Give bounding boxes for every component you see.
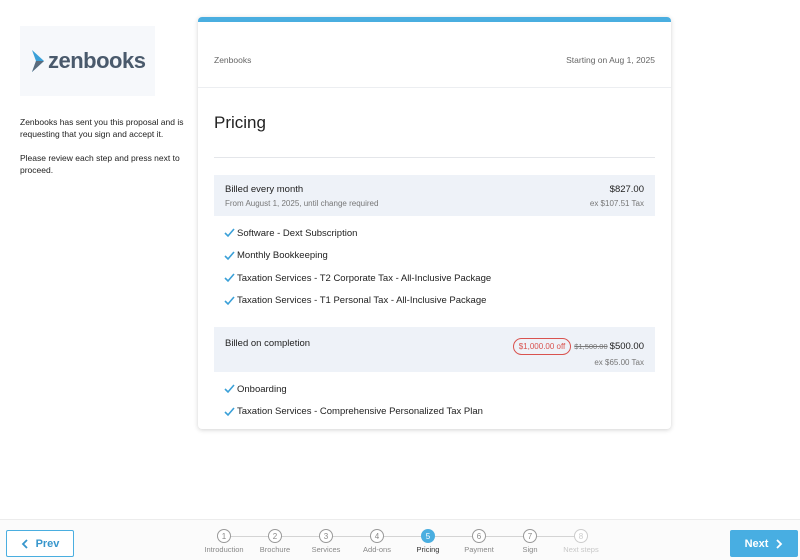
step-label: Add-ons [363, 545, 391, 554]
wizard-footer: Prev 1 Introduction 2 Brochure 3 Service… [0, 519, 800, 560]
step-services[interactable]: 3 Services [298, 529, 354, 554]
step-number: 3 [319, 529, 333, 543]
discount-badge: $1,000.00 off [512, 338, 572, 355]
step-next-steps: 8 Next steps [553, 529, 609, 554]
start-date: Starting on Aug 1, 2025 [566, 54, 655, 65]
monthly-billing-label: Billed every month [225, 184, 304, 195]
step-label: Services [311, 545, 341, 554]
list-item: Taxation Services - T2 Corporate Tax - A… [224, 267, 645, 290]
step-brochure[interactable]: 2 Brochure [247, 529, 303, 554]
step-number: 8 [574, 529, 588, 543]
completion-items-list: Onboarding Taxation Services - Comprehen… [214, 372, 655, 423]
checkmark-icon [224, 273, 235, 283]
step-pricing[interactable]: 5 Pricing [400, 529, 456, 554]
item-label: Taxation Services - T2 Corporate Tax - A… [237, 272, 492, 284]
review-instructions: Please review each step and press next t… [20, 153, 180, 175]
step-number: 7 [523, 529, 537, 543]
completion-billing-summary: Billed on completion $1,000.00 off $1,500… [214, 327, 655, 372]
chevron-right-icon [776, 538, 783, 549]
next-label: Next [744, 537, 769, 550]
step-number: 6 [472, 529, 486, 543]
list-item: Taxation Services - T1 Personal Tax - Al… [224, 290, 645, 313]
checkmark-icon [224, 384, 235, 394]
list-item: Onboarding [224, 378, 645, 401]
step-sign[interactable]: 7 Sign [502, 529, 558, 554]
completion-billing-label: Billed on completion [225, 338, 311, 349]
monthly-billing-summary: Billed every month From August 1, 2025, … [214, 175, 655, 216]
next-button[interactable]: Next [730, 530, 798, 557]
zenbooks-logo-icon [32, 50, 44, 72]
company-logo: zenbooks [20, 26, 155, 96]
item-label: Taxation Services - T1 Personal Tax - Al… [237, 295, 487, 307]
step-label: Pricing [416, 545, 440, 554]
monthly-tax: ex $107.51 Tax [589, 199, 644, 208]
step-label: Brochure [259, 545, 291, 554]
original-price: $1,500.00 [574, 342, 608, 352]
company-name: Zenbooks [214, 54, 252, 65]
step-label: Introduction [204, 545, 244, 554]
completion-tax: ex $65.00 Tax [594, 358, 644, 367]
item-label: Onboarding [237, 383, 287, 395]
step-number: 4 [370, 529, 384, 543]
monthly-amount: $827.00 [609, 184, 644, 195]
monthly-billing-period: From August 1, 2025, until change requir… [225, 199, 379, 208]
list-item: Monthly Bookkeeping [224, 245, 645, 268]
monthly-items-list: Software - Dext Subscription Monthly Boo… [214, 216, 655, 312]
checkmark-icon [224, 228, 235, 238]
step-number: 2 [268, 529, 282, 543]
step-introduction[interactable]: 1 Introduction [196, 529, 252, 554]
proposal-card: Zenbooks Starting on Aug 1, 2025 Pricing… [198, 17, 671, 429]
list-item: Taxation Services - Comprehensive Person… [224, 401, 645, 424]
prev-label: Prev [35, 537, 60, 550]
step-number: 5 [421, 529, 435, 543]
step-label: Payment [464, 545, 494, 554]
checkmark-icon [224, 251, 235, 260]
step-label: Next steps [563, 545, 599, 554]
item-label: Taxation Services - Comprehensive Person… [237, 406, 483, 418]
card-header: Zenbooks Starting on Aug 1, 2025 [198, 22, 671, 88]
item-label: Monthly Bookkeeping [237, 250, 328, 262]
completion-amount: $500.00 [609, 341, 644, 353]
prev-button[interactable]: Prev [6, 530, 74, 557]
step-label: Sign [522, 545, 538, 554]
checkmark-icon [224, 407, 235, 416]
checkmark-icon [224, 296, 235, 305]
page-title: Pricing [214, 113, 655, 158]
proposal-message: Zenbooks has sent you this proposal and … [20, 117, 184, 139]
chevron-left-icon [21, 538, 28, 549]
step-payment[interactable]: 6 Payment [451, 529, 507, 554]
step-number: 1 [217, 529, 231, 543]
list-item: Software - Dext Subscription [224, 222, 645, 245]
logo-text: zenbooks [48, 48, 146, 73]
item-label: Software - Dext Subscription [237, 227, 358, 239]
step-add-ons[interactable]: 4 Add-ons [349, 529, 405, 554]
